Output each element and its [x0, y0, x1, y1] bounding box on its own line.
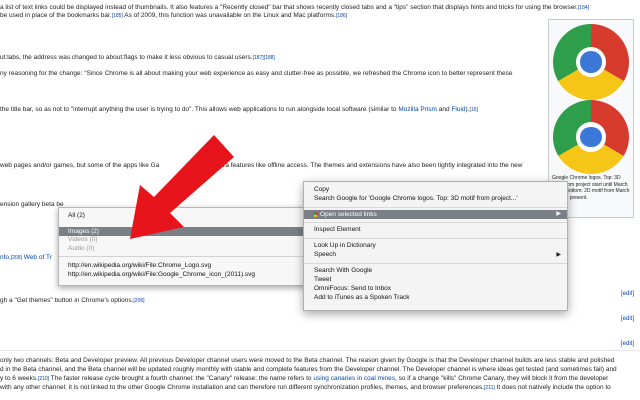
article-text: with any other channel; it is not linked… [0, 384, 485, 391]
article-text: d in the Beta channel, and the Beta chan… [0, 366, 617, 373]
article-link[interactable]: nfo, [0, 254, 11, 261]
menu-separator [304, 207, 567, 208]
link-item[interactable]: http://en.wikipedia.org/wiki/File:Chrome… [68, 262, 211, 269]
menu-separator [59, 256, 305, 257]
article-line: nfo,[209] Web of Tr [0, 254, 52, 262]
chrome-icon [313, 212, 318, 217]
article-text: It does not natively include the option … [494, 384, 611, 391]
article-line: ny reasoning for the change: "Since Chro… [0, 70, 512, 78]
red-arrow-icon [130, 135, 234, 239]
article-line: gh a "Get themes" button in Chrome's opt… [0, 297, 145, 305]
article-line: a list of text links could be displayed … [0, 4, 589, 12]
edit-section-link[interactable]: [edit] [621, 341, 634, 347]
search-google-item[interactable]: Search Google for 'Google Chrome logos. … [314, 195, 518, 202]
menu-separator [304, 238, 567, 239]
article-text: ension gallery beta be [0, 201, 64, 208]
copy-item[interactable]: Copy [314, 186, 329, 193]
speech-item[interactable]: Speech [314, 251, 561, 258]
edit-section-link[interactable]: [edit] [621, 291, 634, 297]
fluid-link[interactable]: Fluid [451, 106, 465, 113]
article-line: only two channels: Beta and Developer pr… [0, 357, 615, 365]
article-line: d in the Beta channel, and the Beta chan… [0, 366, 617, 374]
submenu-arrow-icon: ▶ [556, 252, 561, 258]
article-line: ension gallery beta be [0, 201, 64, 209]
citation-link[interactable]: [187][188] [253, 55, 275, 61]
link-item[interactable]: http://en.wikipedia.org/wiki/File:Google… [68, 271, 255, 278]
chrome-logo-core [580, 51, 602, 73]
article-line: be used in place of the bookmarks bar.[1… [0, 12, 347, 20]
article-line: the title bar, so as not to "interrupt a… [0, 106, 478, 114]
open-selected-links-item[interactable]: Open selected links ▶ [304, 210, 567, 219]
article-line: ut:labs, the address was changed to abou… [0, 54, 275, 62]
citation-link[interactable]: [211] [484, 385, 495, 391]
citation-link[interactable]: [210] [38, 376, 49, 382]
add-to-itunes-item[interactable]: Add to iTunes as a Spoken Track [314, 294, 410, 301]
article-text: As of 2009, this function was unavailabl… [122, 12, 336, 19]
filter-audio[interactable]: Audio (0) [68, 245, 94, 252]
article-text: The faster release cycle brought a fourt… [49, 375, 312, 382]
article-line: web pages and/or games, but some of the … [0, 162, 522, 170]
filter-all[interactable]: All (2) [68, 212, 85, 219]
context-menu: Copy Search Google for 'Google Chrome lo… [303, 181, 568, 311]
filter-videos[interactable]: Videos (0) [68, 236, 98, 243]
red-arrow-shape [130, 135, 234, 239]
section-divider [0, 350, 640, 351]
citation-link[interactable]: [206] [133, 298, 144, 304]
search-with-google-item[interactable]: Search With Google [314, 267, 372, 274]
article-text: , so if a change "kills" Chrome Canary, … [395, 375, 609, 382]
article-text: y to 6 weeks. [0, 375, 38, 382]
article-text: the title bar, so as not to "interrupt a… [0, 106, 397, 113]
omnifocus-item[interactable]: OmniFocus: Send to Inbox [314, 285, 391, 292]
canaries-link[interactable]: using canaries in coal mines [312, 375, 395, 382]
mozilla-prism-link[interactable]: Mozilla Prism [398, 106, 437, 113]
edit-section-link[interactable]: [edit] [621, 316, 634, 322]
menu-separator [304, 222, 567, 223]
citation-link[interactable]: [186] [336, 13, 347, 19]
submenu-arrow-icon: ▶ [556, 211, 561, 217]
citation-link[interactable]: [184] [578, 5, 589, 11]
article-text: and [436, 106, 452, 113]
article-line: y to 6 weeks.[210] The faster release cy… [0, 375, 608, 383]
article-text: a list of text links could be displayed … [0, 4, 578, 11]
menu-item-label: Speech [314, 251, 337, 258]
citation-link[interactable]: [185] [112, 13, 123, 19]
tweet-item[interactable]: Tweet [314, 276, 331, 283]
article-line: with any other channel; it is not linked… [0, 384, 611, 392]
look-up-dictionary-item[interactable]: Look Up in Dictionary [314, 242, 376, 249]
article-text: be used in place of the bookmarks bar. [0, 12, 112, 19]
article-text: ut:labs, the address was changed to abou… [0, 54, 253, 61]
menu-separator [304, 263, 567, 264]
citation-link[interactable]: [209] [11, 255, 22, 261]
citation-link[interactable]: [16] [470, 107, 478, 113]
chrome-logo-core [580, 126, 602, 148]
menu-item-label: Open selected links [320, 211, 377, 218]
article-text: gh a "Get themes" button in Chrome's opt… [0, 297, 134, 304]
chrome-logo-2d-image[interactable] [553, 100, 629, 174]
web-of-trust-link[interactable]: Web of Tr [22, 254, 52, 261]
article-text: only two channels: Beta and Developer pr… [0, 357, 615, 364]
inspect-element-item[interactable]: Inspect Element [314, 226, 361, 233]
article-text: ny reasoning for the change: "Since Chro… [0, 70, 513, 77]
chrome-logo-3d-image[interactable] [553, 24, 629, 100]
